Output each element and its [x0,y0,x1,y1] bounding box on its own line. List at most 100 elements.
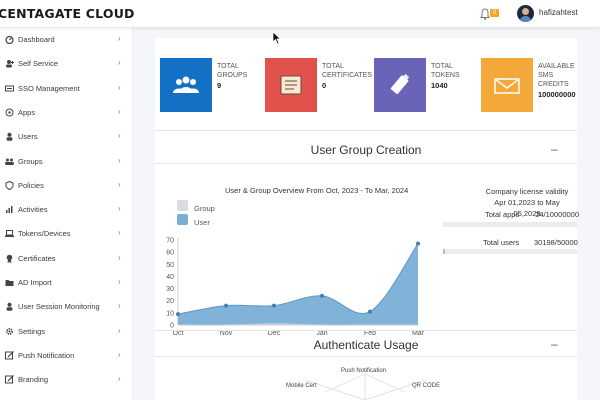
y-tick-label: 60 [166,250,174,257]
y-tick-label: 0 [170,323,174,330]
data-point-user-oct [176,312,180,317]
sidebar-item-label: AD Import [18,278,52,287]
stat-card-groups[interactable]: TOTAL GROUPS 9 [160,58,255,112]
token-usb-icon [390,73,410,95]
chevron-right-icon: › [118,252,121,262]
main-content: TOTAL GROUPS 9 TOTAL CERTIFICATES 0 TOTAL TOKEN… [133,28,600,400]
chevron-right-icon: › [118,301,121,311]
sidebar-item-ad-import[interactable]: AD Import › [0,271,133,295]
stat-card-label-line: AVAILABLE [538,63,575,70]
envelope-icon [494,78,520,94]
stat-card-label-line: TOTAL [431,63,453,70]
activity-chart-icon [6,206,13,214]
data-point-user-mar [416,241,420,246]
sidebar-item-label: Branding [18,375,49,385]
legend-swatch-group[interactable] [177,200,188,211]
y-tick-label: 40 [166,274,174,281]
chevron-right-icon: › [118,34,121,43]
chevron-right-icon: › [118,155,121,165]
laptop-icon [5,230,14,238]
chevron-right-icon: › [118,106,121,116]
chevron-right-icon: › [118,179,121,189]
x-tick-label: Feb [364,330,376,337]
collapse-button[interactable]: – [551,337,558,351]
sidebar-item-tokens-devices[interactable]: Tokens/Devices › [0,222,133,246]
dashboard-icon [5,35,14,44]
stat-card-label: TOTAL TOKENS [431,62,460,80]
user-group-area-chart: 0 10 20 30 40 50 60 70 Oct Nov Dec Jan Feb Mar [166,238,424,338]
group-icon [173,76,199,93]
sidebar-item-groups[interactable]: Groups › [0,150,133,174]
data-point-user-nov [224,303,228,308]
chevron-right-icon: › [118,349,121,359]
stat-card-label: TOTAL CERTIFICATES [322,62,372,80]
sidebar-item-push-notification[interactable]: Push Notification › [0,344,133,368]
session-user-icon [6,303,13,311]
sidebar-item-users[interactable]: Users › [0,125,133,149]
sidebar-item-label: Certificates [18,253,56,263]
sidebar-item-apps[interactable]: Apps › [0,101,133,125]
section-title-authenticate: Authenticate Usage [313,338,419,352]
sidebar-item-branding[interactable]: Branding › [0,368,133,392]
brand-logo[interactable]: CENTAGATE CLOUD [0,6,135,21]
sidebar-item-self-service[interactable]: Self Service › [0,52,133,76]
top-bar: CENTAGATE CLOUD 0 hafizahtest [0,0,600,28]
sidebar-item-label: Settings [18,326,46,336]
y-tick-label: 20 [166,298,174,305]
divider [155,130,577,131]
series-area-user [178,243,418,325]
stat-card-value: 1040 [431,81,448,90]
legend-label-group[interactable]: Group [194,204,215,213]
sidebar-item-settings[interactable]: Settings › [0,320,133,344]
stat-card-label-line: GROUPS [217,72,248,79]
sidebar-item-label: Activities [18,205,48,215]
stat-card-tile [265,58,317,112]
authenticate-radar-chart [304,370,426,400]
chart-title: User & Group Overview From Oct, 2023 - T… [225,186,409,195]
dashboard-panel: TOTAL GROUPS 9 TOTAL CERTIFICATES 0 TOTAL TOKEN… [155,38,579,400]
divider [155,356,577,357]
push-edit-icon [5,350,14,360]
sidebar-item-label: Apps [18,107,36,117]
sidebar-item-label: SSO Management [18,83,80,93]
stat-card-label-line: TOKENS [431,72,460,79]
stat-card-label-line: CREDITS [538,81,569,88]
chevron-right-icon: › [118,374,121,384]
license-title: Company license validity [485,187,569,196]
sidebar-item-activities[interactable]: Activities › [0,198,133,222]
sidebar-item-sso-management[interactable]: SSO Management › [0,77,133,101]
sidebar-item-dashboard[interactable]: Dashboard › [0,28,133,52]
sidebar-item-label: Tokens/Devices [18,229,71,239]
divider [155,330,577,331]
sidebar-item-label: User Session Monitoring [18,302,100,312]
stat-card-label-line: CERTIFICATES [322,72,372,79]
sidebar-item-certificates[interactable]: Certificates › [0,247,133,271]
user-icon [6,132,13,141]
stat-card-certificates[interactable]: TOTAL CERTIFICATES 0 [265,58,372,112]
chevron-right-icon: › [118,131,121,141]
stat-card-sms[interactable]: AVAILABLE SMS CREDITS 100000000 [481,58,576,112]
notification-badge: 0 [490,9,499,17]
total-apps-value: 24/10000000 [535,210,579,219]
certificate-icon [280,75,302,95]
chevron-right-icon: › [118,325,121,335]
sidebar-item-label: Dashboard [18,35,55,44]
avatar[interactable] [517,5,534,22]
username[interactable]: hafizahtest [539,8,578,17]
total-users-progress [443,249,577,254]
stat-card-label-line: TOTAL [217,63,239,70]
collapse-button[interactable]: – [551,142,558,156]
stat-card-tokens[interactable]: TOTAL TOKENS 1040 [374,58,469,112]
x-tick-label: Oct [173,330,184,337]
sidebar-item-label: Push Notification [18,350,75,360]
total-users-value: 30198/50000000 [534,238,578,247]
stat-card-label-line: SMS [538,72,554,79]
total-apps-progress [443,222,577,227]
section-title-user-group: User Group Creation [310,143,422,157]
data-point-user-jan [320,293,324,298]
stat-card-label-line: TOTAL [322,63,344,70]
sidebar-item-user-session-monitoring[interactable]: User Session Monitoring › [0,295,133,319]
user-plus-icon [6,60,14,68]
chevron-right-icon: › [118,58,121,68]
sidebar-item-policies[interactable]: Policies › [0,174,133,198]
